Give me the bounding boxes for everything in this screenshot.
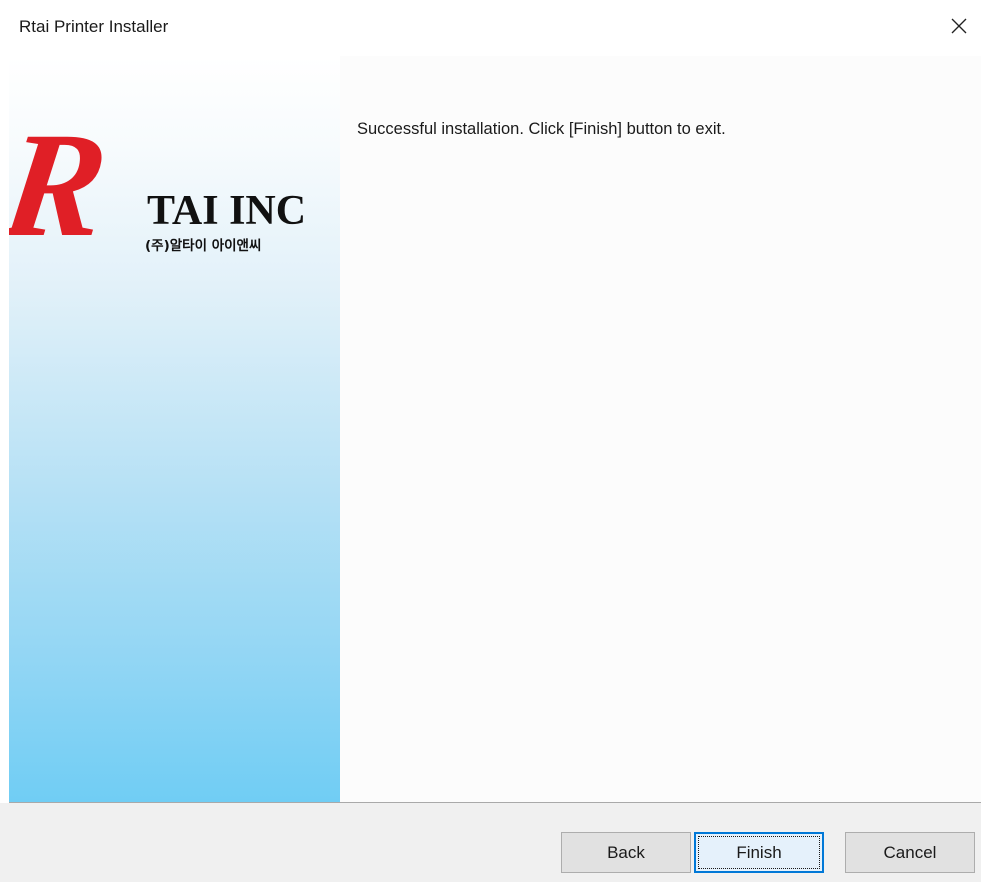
close-button[interactable]	[937, 4, 981, 48]
button-bar: Back Finish Cancel	[0, 803, 981, 882]
company-logo: R TAI INC (주)알타이 아이앤씨	[0, 102, 340, 268]
close-icon	[951, 18, 967, 34]
finish-button[interactable]: Finish	[694, 832, 824, 873]
installer-content: R TAI INC (주)알타이 아이앤씨 Successful install…	[0, 56, 981, 802]
side-banner: R TAI INC (주)알타이 아이앤씨	[0, 56, 340, 802]
window-title: Rtai Printer Installer	[19, 17, 169, 36]
status-message: Successful installation. Click [Finish] …	[357, 120, 726, 138]
cancel-button[interactable]: Cancel	[845, 832, 975, 873]
title-bar: Rtai Printer Installer	[0, 0, 981, 56]
logo-company-name: TAI INC	[147, 188, 306, 234]
finish-button-label: Finish	[736, 842, 782, 862]
main-panel: Successful installation. Click [Finish] …	[340, 56, 981, 802]
back-button[interactable]: Back	[561, 832, 691, 873]
logo-letter: R	[9, 128, 117, 268]
logo-korean-name: (주)알타이 아이앤씨	[145, 237, 261, 254]
